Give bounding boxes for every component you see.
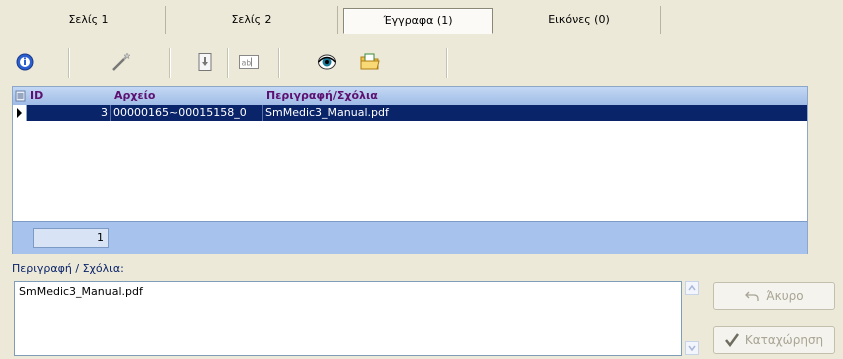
info-icon [16, 53, 34, 71]
info-button[interactable] [12, 50, 38, 74]
cell-file: 00000165~00015158_0 [111, 105, 263, 121]
view-eye-icon [317, 54, 337, 70]
description-label: Περιγραφή / Σχόλια: [12, 262, 124, 275]
toolbar-separator [446, 48, 448, 78]
tab-images[interactable]: Εικόνες (0) [498, 6, 661, 34]
cancel-label: Άκυρο [766, 289, 804, 303]
undo-icon [745, 291, 759, 301]
toolbar-separator [227, 48, 229, 78]
table-row[interactable]: 3 00000165~00015158_0 SmMedic3_Manual.pd… [13, 105, 807, 121]
column-header-description[interactable]: Περιγραφή/Σχόλια [263, 87, 663, 105]
import-button[interactable] [192, 50, 218, 74]
toolbar: ab [0, 40, 843, 86]
rename-button[interactable]: ab [236, 50, 262, 74]
import-icon [198, 53, 212, 71]
current-row-arrow-icon [17, 108, 22, 118]
scroll-down-button[interactable] [685, 341, 699, 355]
save-label: Καταχώρηση [744, 333, 824, 347]
toolbar-separator [169, 48, 171, 78]
tab-label: Σελίς 1 [68, 13, 109, 26]
description-scrollbar[interactable] [682, 281, 702, 356]
grid-footer: 1 [13, 221, 807, 254]
scroll-up-button[interactable] [685, 281, 699, 295]
save-button[interactable]: Καταχώρηση [713, 326, 835, 354]
tab-page-2[interactable]: Σελίς 2 [166, 6, 338, 34]
tab-label: Έγγραφα (1) [383, 14, 453, 27]
tab-strip: Σελίς 1 Σελίς 2 Έγγραφα (1) Εικόνες (0) [0, 0, 843, 40]
record-count: 1 [33, 228, 109, 248]
cell-id: 3 [27, 105, 111, 121]
open-folder-button[interactable] [357, 50, 383, 74]
rename-icon: ab [239, 55, 259, 69]
documents-grid[interactable]: ID Αρχείο Περιγραφή/Σχόλια 3 00000165~00… [12, 86, 808, 254]
column-header-id[interactable]: ID [27, 87, 111, 105]
folder-icon [360, 53, 380, 70]
grid-header: ID Αρχείο Περιγραφή/Σχόλια [13, 87, 807, 106]
cell-description: SmMedic3_Manual.pdf [265, 106, 389, 119]
description-textarea[interactable]: SmMedic3_Manual.pdf [14, 281, 682, 356]
cancel-button[interactable]: Άκυρο [713, 282, 835, 310]
tab-documents[interactable]: Έγγραφα (1) [343, 8, 493, 34]
toolbar-separator [68, 48, 70, 78]
view-button[interactable] [314, 50, 340, 74]
row-indicator [13, 105, 27, 121]
magic-wand-icon [112, 52, 131, 71]
tab-label: Σελίς 2 [231, 13, 272, 26]
list-icon [15, 90, 26, 102]
tab-label: Εικόνες (0) [548, 13, 610, 26]
checkmark-icon [724, 333, 739, 347]
column-header-file[interactable]: Αρχείο [111, 87, 263, 105]
edit-button[interactable] [108, 50, 134, 74]
toolbar-separator [278, 48, 280, 78]
svg-text:ab: ab [242, 59, 252, 68]
chevron-up-icon [688, 285, 696, 291]
tab-page-1[interactable]: Σελίς 1 [12, 6, 166, 34]
grid-menu-button[interactable] [13, 87, 27, 105]
chevron-down-icon [688, 345, 696, 351]
